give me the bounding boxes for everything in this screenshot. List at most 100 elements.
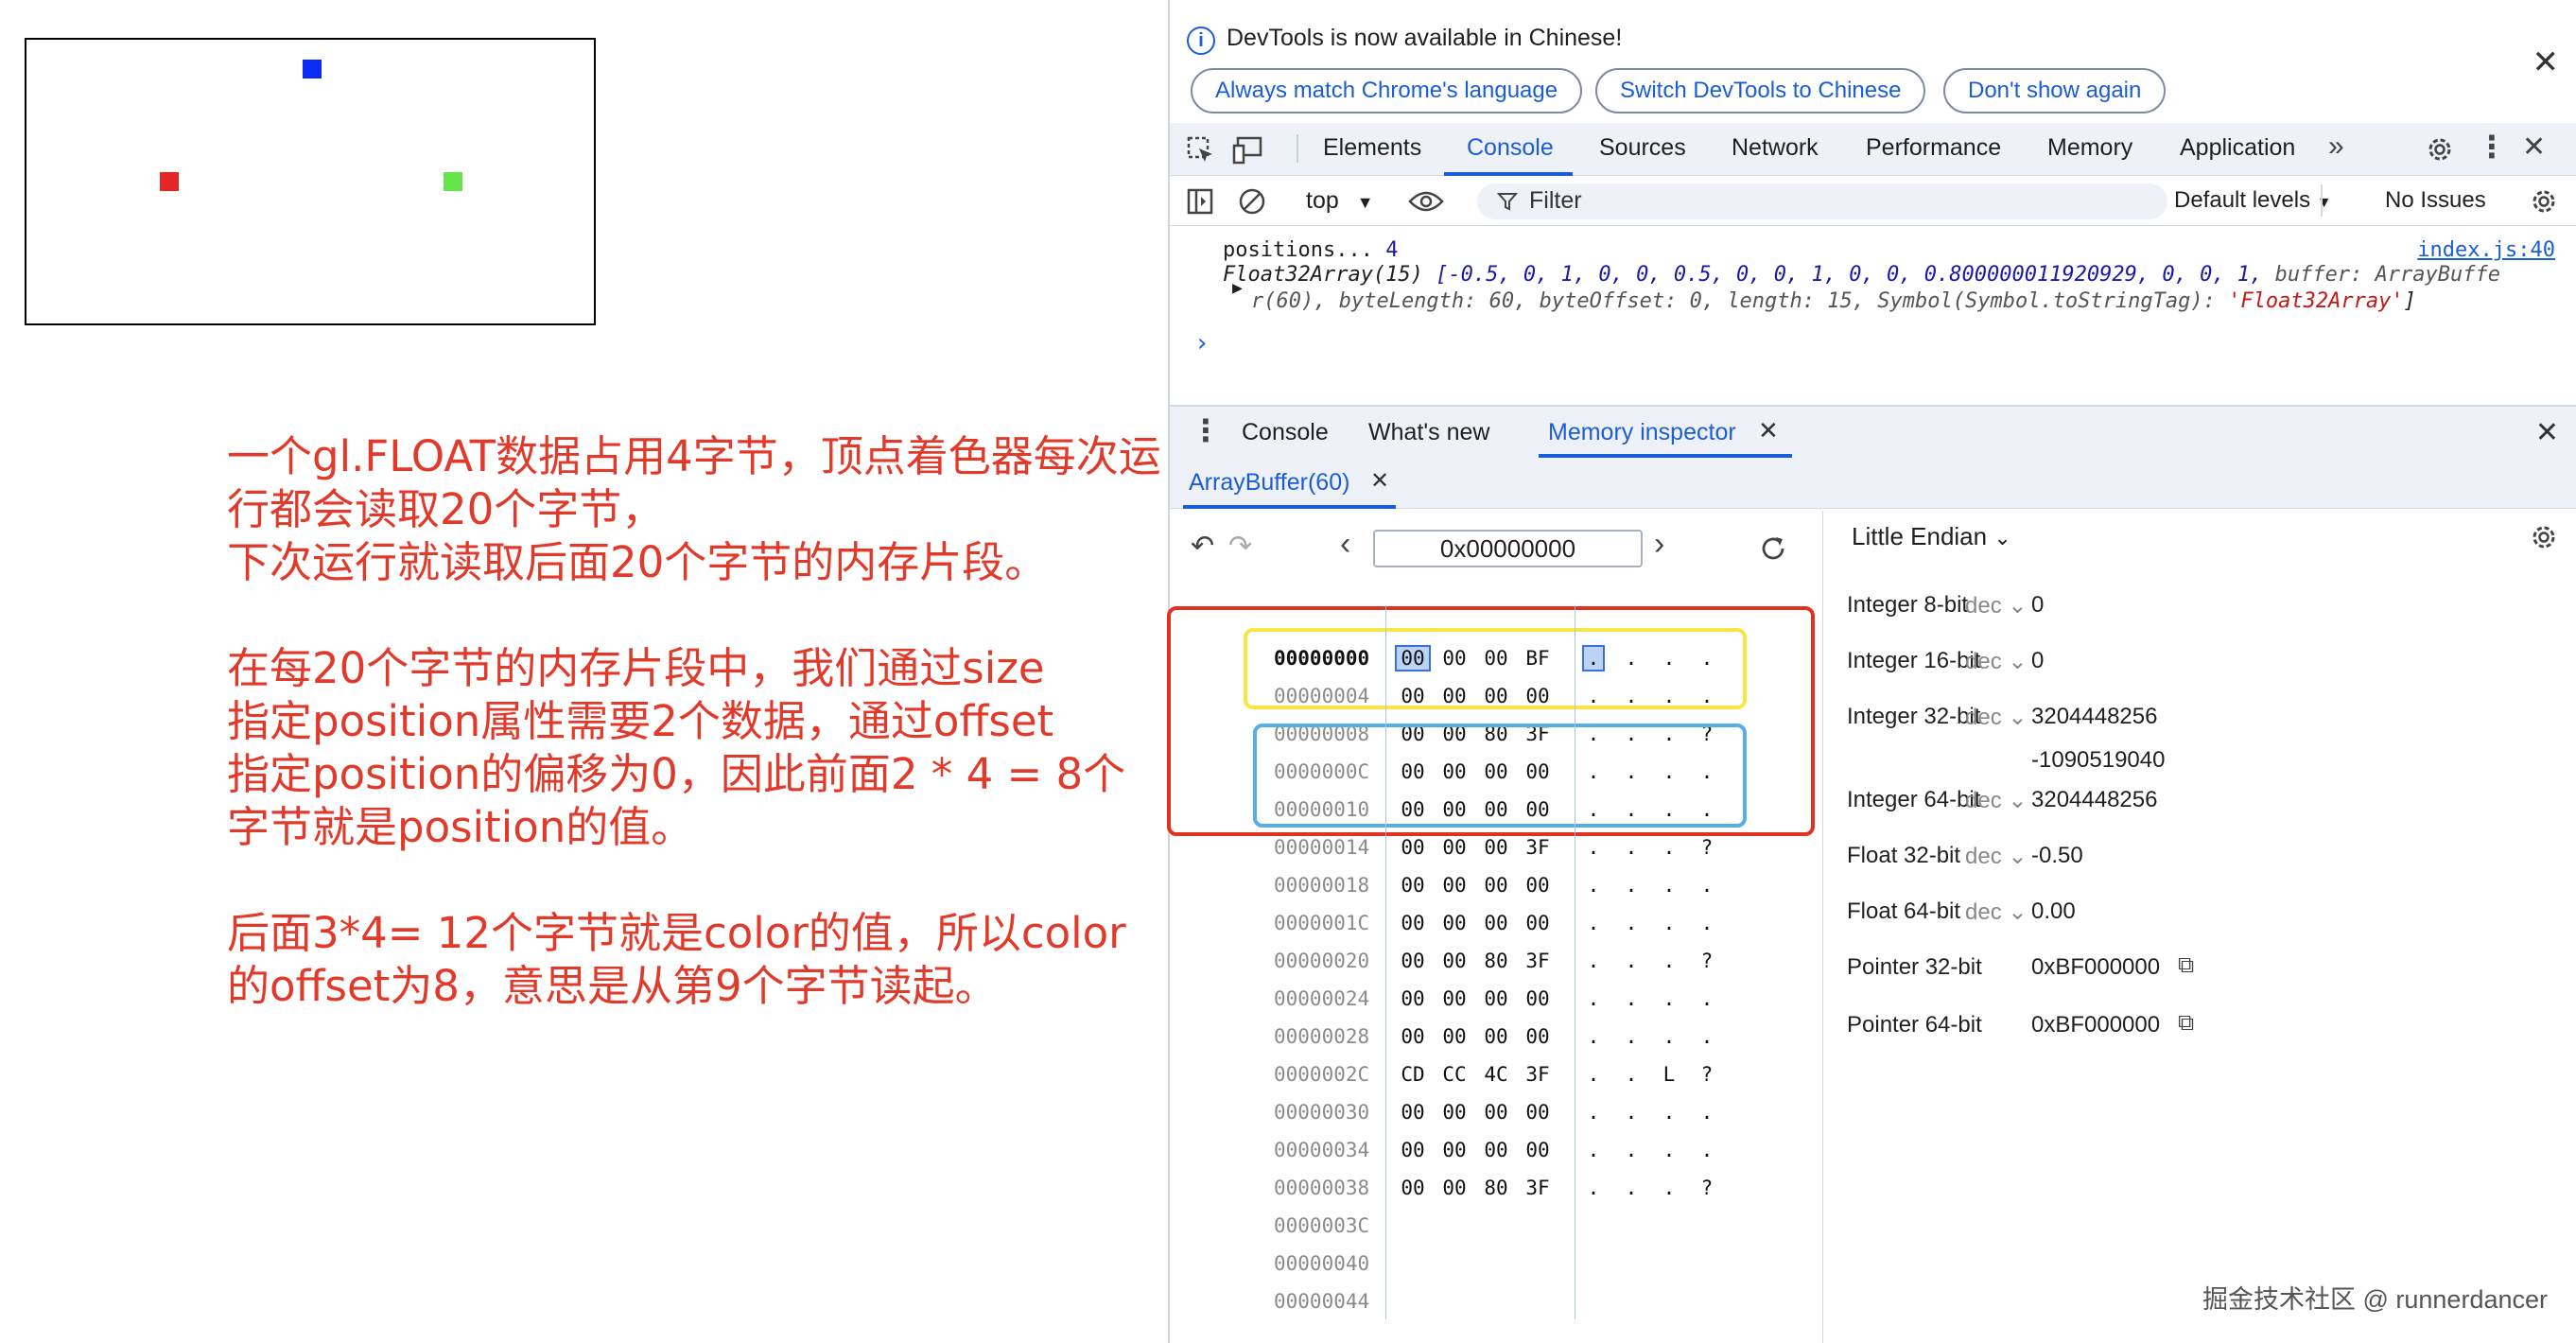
ascii-char[interactable]: . bbox=[1660, 1025, 1679, 1048]
ascii-char[interactable]: . bbox=[1622, 1101, 1641, 1124]
hex-byte[interactable]: 00 bbox=[1480, 987, 1512, 1010]
format-dropdown[interactable]: dec ⌄ bbox=[1965, 648, 2027, 675]
hex-byte[interactable]: 00 bbox=[1397, 950, 1429, 972]
ascii-char[interactable]: ? bbox=[1697, 836, 1716, 859]
tab-sources[interactable]: Sources bbox=[1599, 134, 1686, 162]
hex-byte[interactable]: CD bbox=[1397, 1063, 1429, 1086]
ascii-char[interactable]: . bbox=[1660, 1177, 1679, 1199]
ascii-char[interactable]: . bbox=[1584, 950, 1603, 972]
format-dropdown[interactable]: dec ⌄ bbox=[1965, 787, 2027, 814]
settings-gear-icon[interactable] bbox=[2425, 134, 2455, 165]
hex-byte[interactable]: 00 bbox=[1397, 1177, 1429, 1199]
ascii-char[interactable]: . bbox=[1584, 836, 1603, 859]
hex-byte[interactable]: 00 bbox=[1480, 1025, 1512, 1048]
ascii-char[interactable]: . bbox=[1622, 987, 1641, 1010]
hex-byte[interactable]: 00 bbox=[1480, 1139, 1512, 1161]
hex-byte[interactable]: 00 bbox=[1438, 836, 1471, 859]
hex-byte[interactable]: CC bbox=[1438, 1063, 1471, 1086]
format-dropdown[interactable]: dec ⌄ bbox=[1965, 843, 2027, 870]
match-language-button[interactable]: Always match Chrome's language bbox=[1191, 68, 1583, 113]
ascii-char[interactable]: . bbox=[1622, 1139, 1641, 1161]
ascii-char[interactable]: . bbox=[1584, 987, 1603, 1010]
ascii-char[interactable]: . bbox=[1660, 836, 1679, 859]
endianness-dropdown[interactable]: Little Endian ⌄ bbox=[1852, 522, 2011, 551]
ascii-char[interactable]: . bbox=[1622, 1025, 1641, 1048]
prev-page-icon[interactable]: ‹ bbox=[1340, 526, 1350, 563]
hex-byte[interactable]: 80 bbox=[1480, 1177, 1512, 1199]
hex-byte[interactable]: 00 bbox=[1438, 874, 1471, 897]
ascii-char[interactable]: . bbox=[1697, 912, 1716, 934]
hex-byte[interactable]: 00 bbox=[1438, 1177, 1471, 1199]
ascii-char[interactable]: . bbox=[1622, 874, 1641, 897]
switch-chinese-button[interactable]: Switch DevTools to Chinese bbox=[1595, 68, 1926, 113]
hex-byte[interactable]: 00 bbox=[1480, 1101, 1512, 1124]
drawer-tab-whats-new[interactable]: What's new bbox=[1368, 419, 1489, 446]
hex-byte[interactable]: 00 bbox=[1522, 1101, 1554, 1124]
hex-byte[interactable]: 00 bbox=[1397, 912, 1429, 934]
ascii-char[interactable]: . bbox=[1622, 1063, 1641, 1086]
hex-byte[interactable]: 00 bbox=[1397, 874, 1429, 897]
hex-byte[interactable]: 00 bbox=[1522, 1025, 1554, 1048]
tab-performance[interactable]: Performance bbox=[1866, 134, 2001, 162]
tab-elements[interactable]: Elements bbox=[1323, 134, 1421, 162]
hex-byte[interactable]: 00 bbox=[1397, 987, 1429, 1010]
console-settings-gear-icon[interactable] bbox=[2529, 186, 2559, 217]
ascii-char[interactable]: . bbox=[1622, 950, 1641, 972]
hex-byte[interactable]: 00 bbox=[1438, 950, 1471, 972]
redo-icon[interactable]: ↷ bbox=[1228, 530, 1252, 563]
ascii-char[interactable]: ? bbox=[1697, 1177, 1716, 1199]
hex-byte[interactable]: 00 bbox=[1522, 1139, 1554, 1161]
context-selector[interactable]: top ▼ bbox=[1306, 187, 1374, 215]
ascii-char[interactable]: . bbox=[1622, 912, 1641, 934]
hex-byte[interactable]: 00 bbox=[1438, 1101, 1471, 1124]
next-page-icon[interactable]: › bbox=[1654, 526, 1664, 563]
tab-console[interactable]: Console bbox=[1467, 134, 1554, 162]
ascii-char[interactable]: . bbox=[1584, 1025, 1603, 1048]
format-dropdown[interactable]: dec ⌄ bbox=[1965, 704, 2027, 731]
hex-byte[interactable]: 00 bbox=[1438, 1025, 1471, 1048]
inspect-element-icon[interactable] bbox=[1187, 136, 1215, 165]
close-subtab-icon[interactable]: ✕ bbox=[1370, 467, 1389, 495]
ascii-char[interactable]: . bbox=[1660, 912, 1679, 934]
source-link[interactable]: index.js:40 bbox=[2417, 238, 2555, 262]
hex-byte[interactable]: 00 bbox=[1438, 987, 1471, 1010]
ascii-char[interactable]: . bbox=[1584, 1139, 1603, 1161]
drawer-tab-console[interactable]: Console bbox=[1242, 419, 1329, 446]
sidebar-toggle-icon[interactable] bbox=[1187, 188, 1213, 215]
log-levels-dropdown[interactable]: Default levels ▼ bbox=[2174, 187, 2332, 214]
hex-byte[interactable]: 00 bbox=[1397, 1139, 1429, 1161]
close-drawer-icon[interactable]: ✕ bbox=[2535, 416, 2559, 449]
ascii-char[interactable]: . bbox=[1697, 1025, 1716, 1048]
ascii-char[interactable]: . bbox=[1622, 836, 1641, 859]
hex-byte[interactable]: 00 bbox=[1397, 1101, 1429, 1124]
ascii-char[interactable]: . bbox=[1660, 874, 1679, 897]
ascii-char[interactable]: . bbox=[1584, 1101, 1603, 1124]
hex-byte[interactable]: 4C bbox=[1480, 1063, 1512, 1086]
hex-byte[interactable]: 80 bbox=[1480, 950, 1512, 972]
hex-byte[interactable]: 00 bbox=[1522, 912, 1554, 934]
format-dropdown[interactable]: dec ⌄ bbox=[1965, 898, 2027, 926]
expand-triangle-icon[interactable]: ▶ bbox=[1232, 278, 1243, 298]
hex-byte[interactable]: 3F bbox=[1522, 1063, 1554, 1086]
ascii-char[interactable]: . bbox=[1584, 912, 1603, 934]
ascii-char[interactable]: ? bbox=[1697, 950, 1716, 972]
undo-icon[interactable]: ↶ bbox=[1191, 530, 1214, 563]
hex-byte[interactable]: 00 bbox=[1480, 836, 1512, 859]
jump-to-address-icon[interactable]: ⧉ bbox=[2178, 1010, 2194, 1037]
console-prompt-icon[interactable]: › bbox=[1194, 329, 1210, 358]
ascii-char[interactable]: L bbox=[1660, 1063, 1679, 1086]
ascii-char[interactable]: . bbox=[1697, 1101, 1716, 1124]
more-tabs-icon[interactable]: » bbox=[2328, 131, 2344, 163]
hex-byte[interactable]: 00 bbox=[1480, 912, 1512, 934]
ascii-char[interactable]: . bbox=[1660, 1101, 1679, 1124]
address-input[interactable]: 0x00000000 bbox=[1373, 530, 1643, 567]
refresh-icon[interactable] bbox=[1758, 533, 1788, 564]
live-expression-eye-icon[interactable] bbox=[1408, 190, 1444, 213]
ascii-char[interactable]: . bbox=[1660, 950, 1679, 972]
close-icon[interactable]: ✕ bbox=[2532, 44, 2560, 81]
drawer-tab-memory-inspector[interactable]: Memory inspector bbox=[1548, 419, 1736, 446]
ascii-char[interactable]: . bbox=[1697, 874, 1716, 897]
ascii-char[interactable]: . bbox=[1697, 987, 1716, 1010]
hex-byte[interactable]: 00 bbox=[1397, 1025, 1429, 1048]
issues-counter[interactable]: No Issues bbox=[2385, 187, 2486, 214]
